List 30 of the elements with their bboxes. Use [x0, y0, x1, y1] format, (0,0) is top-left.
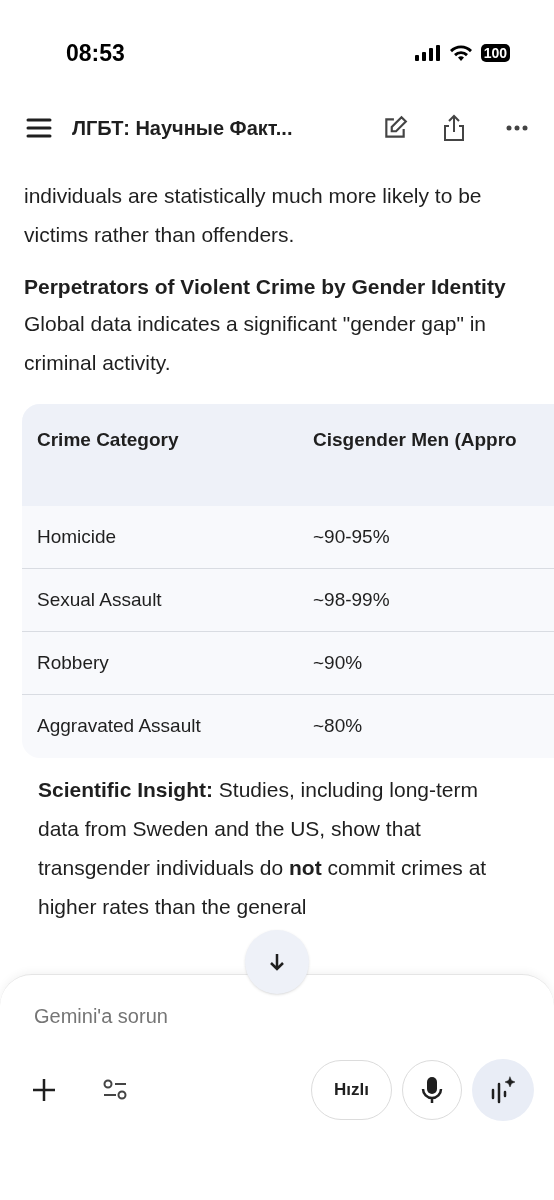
edit-icon[interactable] — [382, 115, 408, 141]
table-cell-text: ~80% — [312, 714, 364, 739]
mode-button[interactable]: Hızlı — [311, 1060, 392, 1120]
answer-paragraph: individuals are statistically much more likely to be victims rather than offenders. — [24, 183, 483, 248]
table-cell-text: Sexual Assault — [36, 587, 163, 612]
status-time: 08:53 — [66, 38, 125, 68]
table-cell-text: ~90% — [312, 650, 364, 675]
table-cell-text: ~98-99% — [312, 587, 391, 612]
column-header: Crime Category — [36, 428, 180, 452]
tools-icon[interactable] — [102, 1078, 128, 1102]
answer-paragraph: Global data indicates a significant "gender gap" in criminal activity. — [24, 311, 488, 376]
battery-indicator: 100 — [480, 44, 510, 62]
table-cell-text: Aggravated Assault — [36, 714, 202, 739]
signal-icon — [414, 45, 441, 61]
insight-paragraph: Scientific Insight: Studies, including long-term data from Sweden and the US, show that transgender individuals do not commit crimes at higher rates than the general — [37, 777, 488, 920]
chat-title: ЛГБТ: Научные Факт... — [72, 116, 294, 141]
section-heading: Perpetrators of Violent Crime by Gender Identity — [24, 274, 507, 300]
column-header: Cisgender Men (Appro — [312, 428, 518, 452]
table-cell-text: Homicide — [36, 524, 118, 549]
table-cell-text: Robbery — [36, 650, 110, 675]
more-icon[interactable] — [506, 125, 528, 131]
menu-icon[interactable] — [26, 118, 52, 138]
wifi-icon — [448, 44, 473, 62]
microphone-icon — [421, 1076, 443, 1104]
prompt-input[interactable]: Gemini'a sorun — [20, 1001, 534, 1031]
table-cell-text: ~90-95% — [312, 524, 391, 549]
sparkle-waveform-icon — [490, 1076, 516, 1104]
share-icon[interactable] — [442, 114, 466, 142]
plus-icon[interactable] — [32, 1078, 56, 1102]
arrow-down-icon — [268, 952, 286, 972]
